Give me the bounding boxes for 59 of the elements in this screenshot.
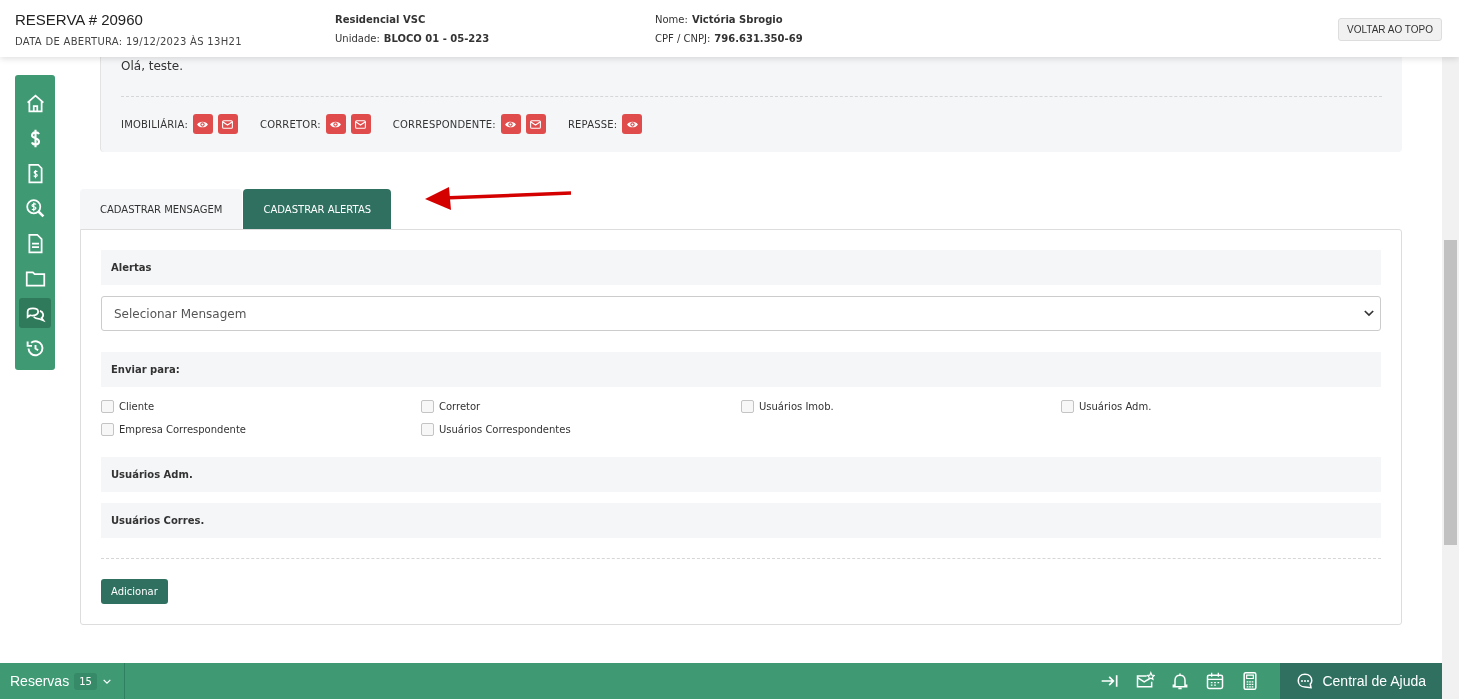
opening-date: DATA DE ABERTURA: 19/12/2023 ÀS 13H21 <box>15 35 243 47</box>
history-icon <box>24 337 46 359</box>
checkbox-label: Usuários Imob. <box>759 401 834 412</box>
checkbox-label: Usuários Adm. <box>1079 401 1152 412</box>
chevron-down-icon <box>1364 310 1374 317</box>
section-heading: Enviar para: <box>101 352 1381 387</box>
checkbox-label: Cliente <box>119 401 155 412</box>
email-button[interactable] <box>525 114 546 134</box>
checkbox[interactable] <box>101 423 114 436</box>
scrollbar-thumb[interactable] <box>1444 240 1457 545</box>
scrollbar[interactable] <box>1442 57 1459 663</box>
recipient-label: CORRETOR: <box>259 118 321 130</box>
chevron-down-icon[interactable] <box>101 677 112 685</box>
checkbox[interactable] <box>741 400 754 413</box>
envelope-icon <box>354 117 368 131</box>
view-button[interactable] <box>192 114 213 134</box>
email-button[interactable] <box>217 114 238 134</box>
view-button[interactable] <box>500 114 521 134</box>
money-search-icon <box>24 197 46 219</box>
help-center-button[interactable]: Central de Ajuda <box>1280 663 1442 699</box>
scrollbar-corner <box>1442 663 1459 699</box>
message-select[interactable]: Selecionar Mensagem <box>101 296 1381 331</box>
envelope-icon <box>529 117 543 131</box>
checkbox-label: Usuários Correspondentes <box>439 424 571 435</box>
section-heading: Usuários Corres. <box>101 503 1381 538</box>
count-badge: 15 <box>74 672 97 690</box>
checkbox[interactable] <box>421 423 434 436</box>
reservation-title: RESERVA # 20960 <box>15 10 144 28</box>
view-button[interactable] <box>325 114 346 134</box>
sidebar-item[interactable] <box>19 298 51 328</box>
checkbox[interactable] <box>101 400 114 413</box>
envelope-star-icon <box>1134 671 1155 691</box>
add-button[interactable]: Adicionar <box>101 579 168 604</box>
section-heading: Usuários Adm. <box>101 457 1381 492</box>
recipient-label: CORRESPONDENTE: <box>392 118 496 130</box>
chat-bubble-icon <box>1296 672 1315 690</box>
back-to-top-button[interactable]: VOLTAR AO TOPO <box>1338 17 1442 41</box>
unit-value: BLOCO 01 - 05-223 <box>383 32 490 44</box>
checkbox-label: Empresa Correspondente <box>119 424 246 435</box>
envelope-icon <box>221 117 235 131</box>
name-label: Nome: <box>655 13 688 25</box>
tab[interactable]: CADASTRAR MENSAGEM <box>80 189 243 229</box>
checkbox[interactable] <box>421 400 434 413</box>
email-button[interactable] <box>350 114 371 134</box>
name-value: Victória Sbrogio <box>691 13 783 25</box>
section-heading: Alertas <box>101 250 1381 285</box>
checkbox[interactable] <box>1061 400 1074 413</box>
reservations-label: Reservas <box>10 673 70 689</box>
recipient-label: IMOBILIÁRIA: <box>121 118 188 130</box>
tab[interactable]: CADASTRAR ALERTAS <box>243 189 392 229</box>
view-button[interactable] <box>622 114 643 134</box>
recipient-label: REPASSE: <box>567 118 618 130</box>
document-value: 796.631.350-69 <box>714 32 803 44</box>
checkbox-label: Corretor <box>439 401 481 412</box>
document-label: CPF / CNPJ: <box>655 32 711 44</box>
calendar-icon <box>1204 671 1225 691</box>
project-name: Residencial VSC <box>335 13 427 25</box>
message-text: Olá, teste. <box>121 57 1382 97</box>
unit-label: Unidade: <box>335 32 380 44</box>
